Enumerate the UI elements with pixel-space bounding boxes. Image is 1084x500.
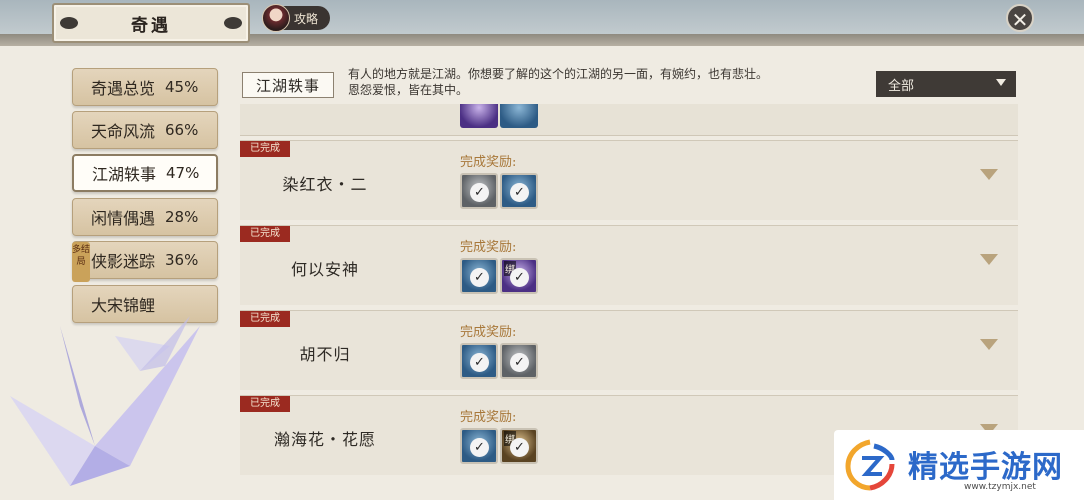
guide-button[interactable]: 攻略 <box>262 4 330 32</box>
sidebar-item-leisure[interactable]: 闲情偶遇 28% <box>72 198 218 236</box>
reward-label: 完成奖励: <box>460 240 517 255</box>
watermark-logo-icon <box>845 439 895 491</box>
check-icon: ✓ <box>510 268 529 287</box>
page-title: 奇遇 <box>131 15 171 36</box>
purple-item-icon[interactable]: 绑 ✓ <box>500 258 538 294</box>
check-icon: ✓ <box>510 438 529 457</box>
reward-label: 完成奖励: <box>460 410 517 425</box>
expand-arrow-icon[interactable] <box>980 339 998 350</box>
watermark-url: www.tzymjx.net <box>964 482 1036 492</box>
reward-label: 完成奖励: <box>460 155 517 170</box>
paper-crane-icon <box>10 316 200 486</box>
expand-arrow-icon[interactable] <box>980 169 998 180</box>
quest-name: 染红衣・二 <box>282 175 368 194</box>
sidebar-item-percent: 45% <box>165 78 199 96</box>
sidebar-item-overview[interactable]: 奇遇总览 45% <box>72 68 218 106</box>
completed-badge: 已完成 <box>240 141 290 157</box>
sidebar-item-label: 天命风流 <box>91 122 156 141</box>
sidebar-item-label: 侠影迷踪 <box>91 252 156 271</box>
reward-label: 完成奖励: <box>460 325 517 340</box>
check-icon: ✓ <box>510 183 529 202</box>
filter-dropdown[interactable]: 全部 <box>876 71 1016 97</box>
watermark-text: 精选手游网 <box>908 450 1063 485</box>
list-item-partial <box>240 104 1018 136</box>
blue-item-icon[interactable]: ✓ <box>500 173 538 209</box>
close-button[interactable]: ✕ <box>1006 4 1034 32</box>
chevron-down-icon <box>996 79 1006 86</box>
sidebar-item-percent: 66% <box>165 121 199 139</box>
sidebar-item-label: 闲情偶遇 <box>91 209 156 228</box>
check-icon: ✓ <box>510 353 529 372</box>
expand-arrow-icon[interactable] <box>980 254 998 265</box>
sidebar-item-jianghu-tales[interactable]: 江湖轶事 47% <box>72 154 218 192</box>
list-item[interactable]: 已完成 何以安神 完成奖励: ✓ 绑 ✓ <box>240 225 1018 305</box>
completed-badge: 已完成 <box>240 396 290 412</box>
blue-item-icon <box>500 104 538 128</box>
purple-item-icon <box>460 104 498 128</box>
category-title: 江湖轶事 <box>242 72 334 98</box>
quest-name: 何以安神 <box>290 260 359 279</box>
title-plate: 奇遇 <box>52 3 250 43</box>
quest-name: 瀚海花・花愿 <box>273 430 376 449</box>
check-icon: ✓ <box>470 268 489 287</box>
category-description: 有人的地方就是江湖。你想要了解的这个的江湖的另一面，有婉约，也有悲壮。恩怨爱恨，… <box>348 67 769 97</box>
filter-value: 全部 <box>888 78 915 94</box>
title-ornament-right-icon <box>224 17 242 29</box>
list-item[interactable]: 已完成 染红衣・二 完成奖励: ✓ ✓ <box>240 140 1018 220</box>
completed-badge: 已完成 <box>240 311 290 327</box>
sidebar-item-percent: 36% <box>165 251 199 269</box>
check-icon: ✓ <box>470 353 489 372</box>
title-ornament-left-icon <box>60 17 78 29</box>
watermark: 精选手游网 www.tzymjx.net <box>834 430 1084 500</box>
blue-item-icon[interactable]: ✓ <box>460 343 498 379</box>
sidebar-item-percent: 47% <box>166 164 200 182</box>
multi-ending-badge: 多结局 <box>72 242 90 282</box>
blue-item-icon[interactable]: ✓ <box>460 258 498 294</box>
list-item[interactable]: 已完成 胡不归 完成奖励: ✓ ✓ <box>240 310 1018 390</box>
gray-item-icon[interactable]: ✓ <box>460 173 498 209</box>
gold-item-icon[interactable]: 绑 ✓ <box>500 428 538 464</box>
guide-label: 攻略 <box>294 11 319 26</box>
quest-name: 胡不归 <box>299 345 351 364</box>
check-icon: ✓ <box>470 183 489 202</box>
blue-item-icon[interactable]: ✓ <box>460 428 498 464</box>
sidebar-item-percent: 28% <box>165 208 199 226</box>
sidebar-item-destiny[interactable]: 天命风流 66% <box>72 111 218 149</box>
sidebar-item-label: 奇遇总览 <box>91 79 156 98</box>
completed-badge: 已完成 <box>240 226 290 242</box>
sidebar-item-label: 江湖轶事 <box>92 165 157 184</box>
check-icon: ✓ <box>470 438 489 457</box>
gray-item-icon[interactable]: ✓ <box>500 343 538 379</box>
guide-avatar-icon <box>262 4 290 32</box>
sidebar-item-hero-trail[interactable]: 侠影迷踪 36% <box>72 241 218 279</box>
